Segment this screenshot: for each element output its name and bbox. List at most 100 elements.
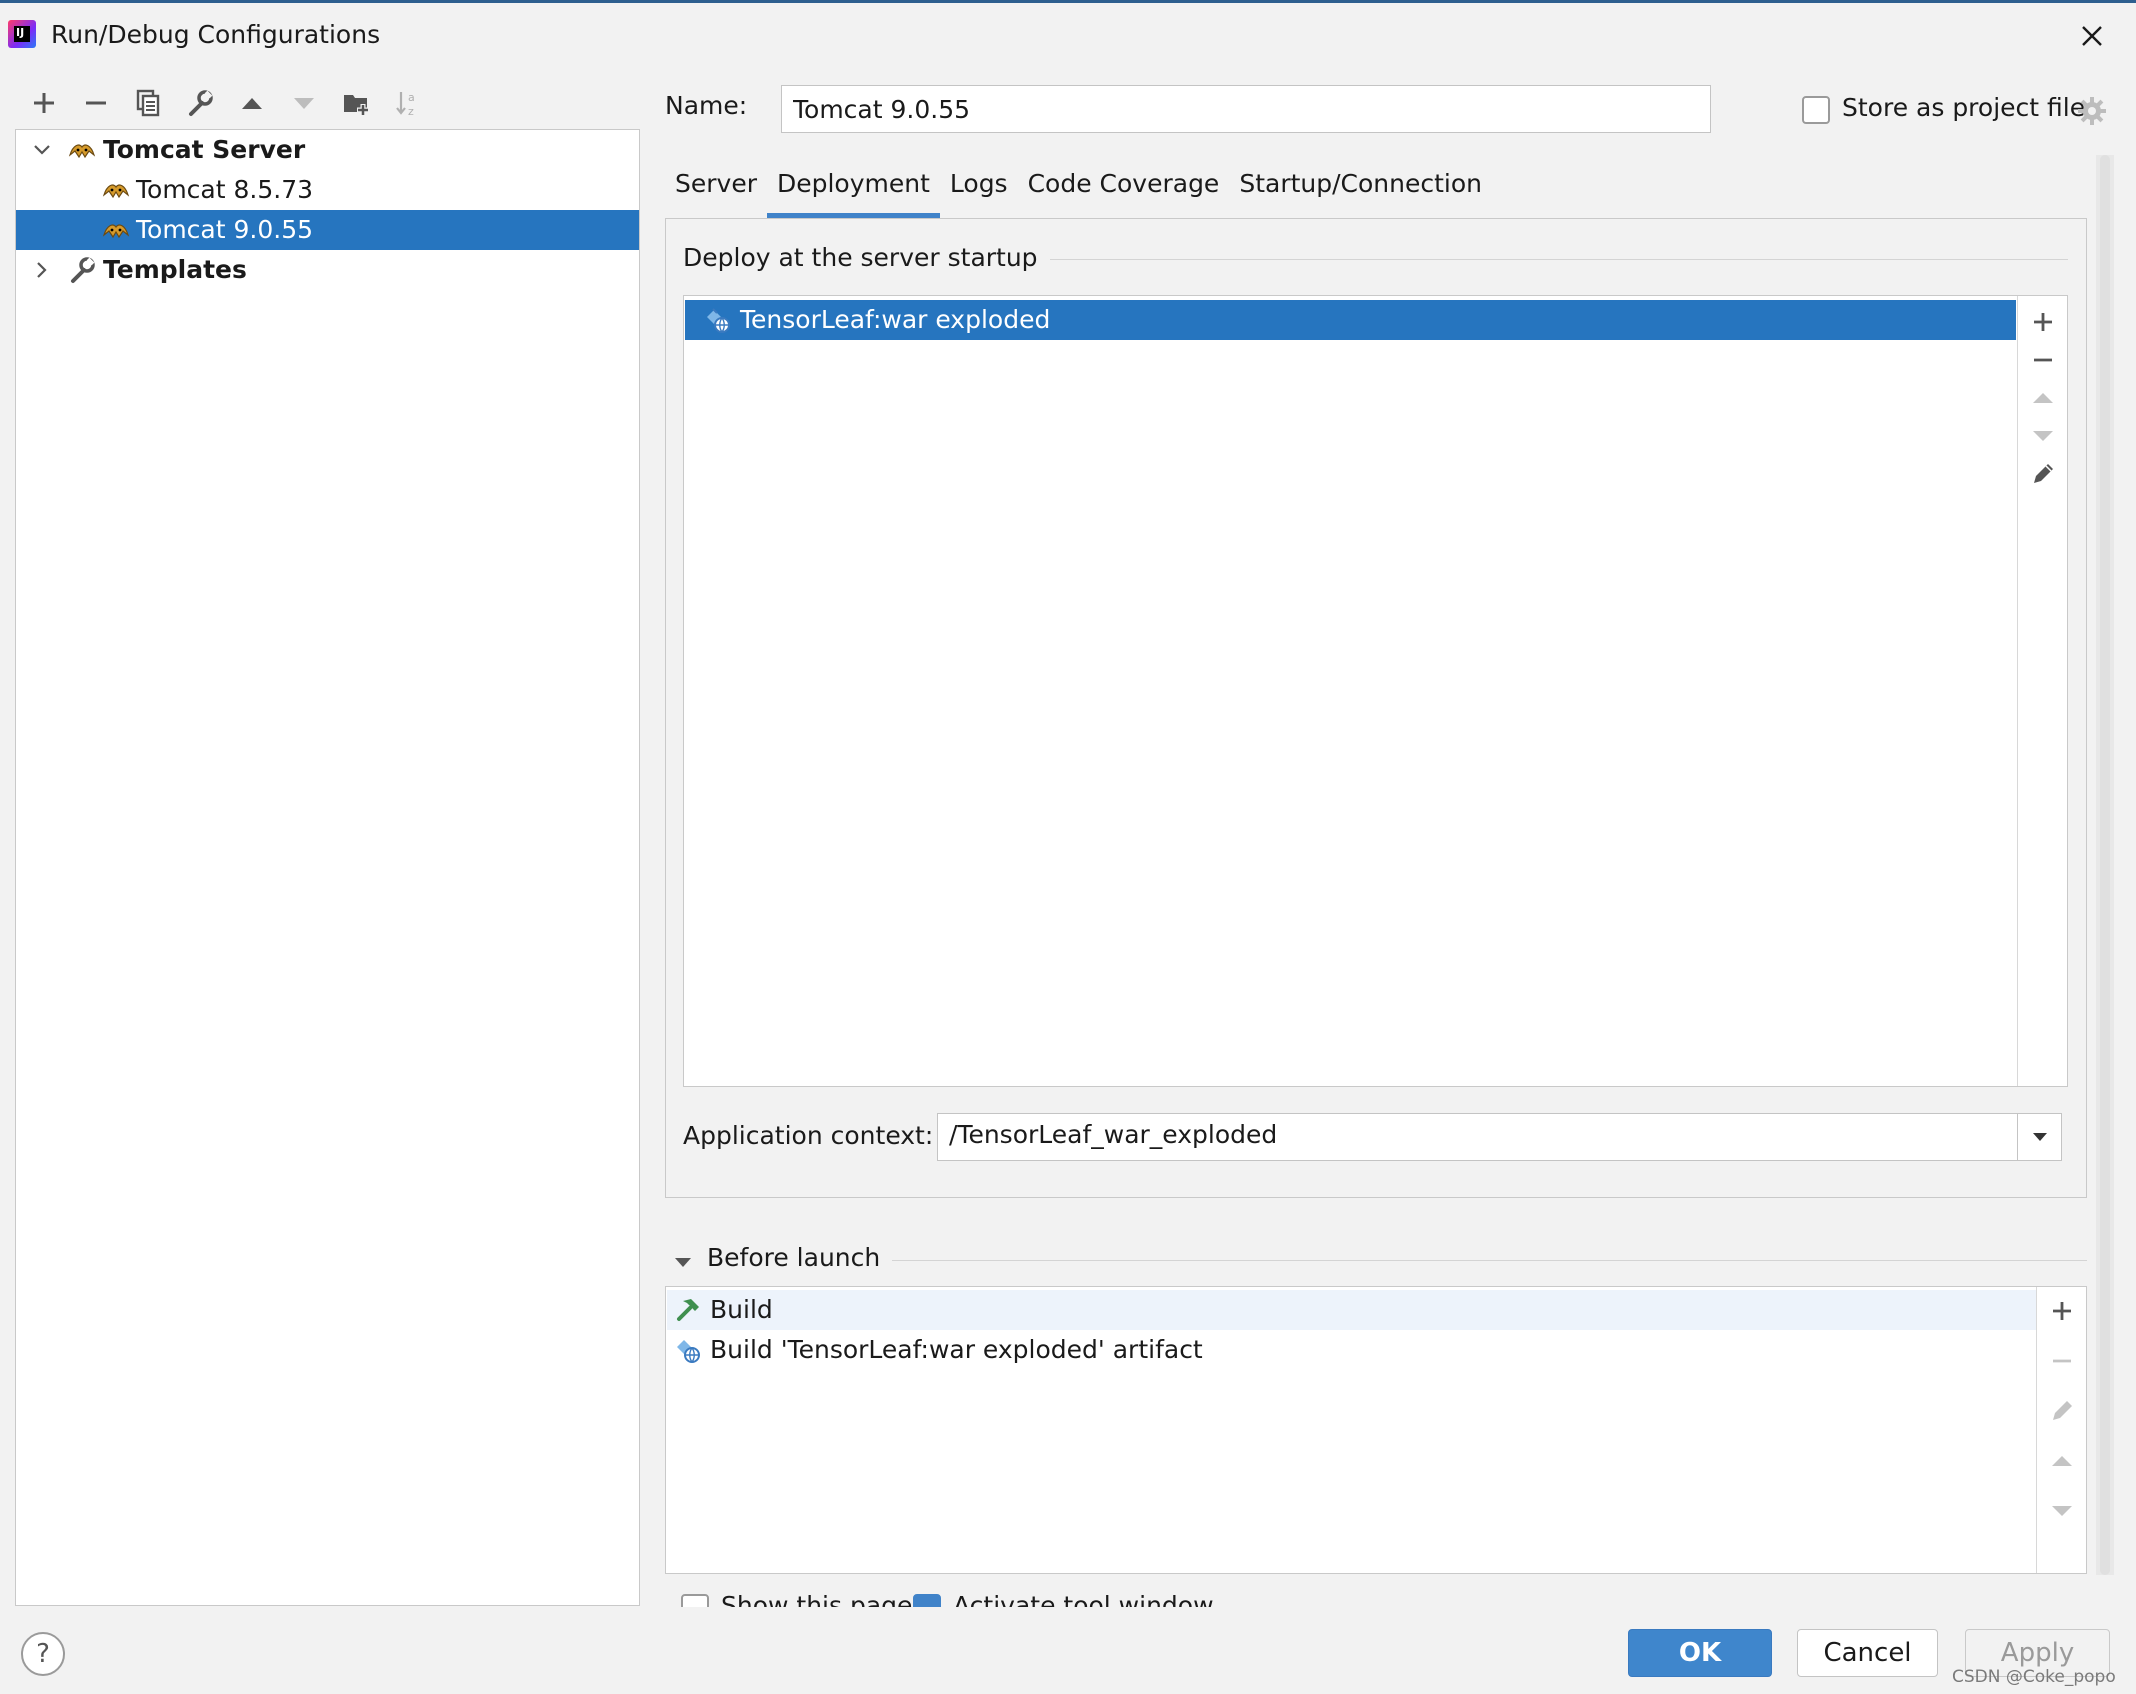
tab-startup-connection[interactable]: Startup/Connection (1229, 163, 1492, 218)
deploy-artifact-list[interactable]: TensorLeaf:war exploded (683, 295, 2068, 1087)
sort-button[interactable]: az (382, 83, 434, 123)
run-debug-dialog: IJ Run/Debug Configurations a z Tomcat S… (0, 0, 2136, 1694)
deploy-section-title: Deploy at the server startup (683, 243, 1050, 272)
edit-templates-button[interactable] (174, 83, 226, 123)
pencil-icon (2034, 464, 2053, 483)
before-launch-options: Show this page Activate tool window (665, 1591, 2095, 1607)
move-up-icon (2033, 393, 2053, 403)
store-as-project-file-checkbox[interactable] (1802, 96, 1830, 124)
dropdown-button[interactable] (2017, 1114, 2061, 1160)
move-up-icon (242, 98, 262, 109)
tree-item[interactable]: Tomcat 8.5.73 (16, 170, 639, 210)
before-launch-list[interactable]: Build Build 'TensorLeaf:war exploded' ar… (665, 1286, 2087, 1574)
watermark: CSDN @Coke_popo (1952, 1667, 2116, 1687)
tab-logs[interactable]: Logs (940, 163, 1018, 218)
section-divider (870, 1260, 2087, 1261)
move-up-button[interactable] (226, 83, 278, 123)
move-up-icon (2052, 1456, 2072, 1466)
artifact-icon (707, 308, 730, 333)
tree-group-templates[interactable]: Templates (16, 250, 639, 290)
title-bar: IJ Run/Debug Configurations (0, 6, 2136, 64)
intellij-logo-icon: IJ (8, 20, 36, 48)
tomcat-icon (68, 144, 96, 159)
add-icon (2034, 313, 2052, 331)
activate-tool-window-checkbox[interactable] (913, 1594, 941, 1607)
remove-artifact-button[interactable] (2027, 344, 2059, 376)
tree-group-label: Tomcat Server (103, 135, 306, 164)
tree-item-label: Tomcat 8.5.73 (136, 175, 314, 204)
collapse-arrow-icon[interactable] (672, 1251, 694, 1273)
window-title: Run/Debug Configurations (51, 20, 381, 49)
add-icon (2053, 1302, 2071, 1320)
config-toolbar: az (18, 83, 434, 123)
tab-code-coverage[interactable]: Code Coverage (1018, 163, 1230, 218)
gear-icon[interactable] (2076, 95, 2108, 127)
templates-label: Templates (103, 255, 247, 284)
chevron-right-icon[interactable] (30, 258, 54, 282)
configuration-tree: Tomcat Server Tomcat 8.5.73 Tomcat 9.0.5… (15, 129, 640, 1606)
add-button[interactable] (18, 83, 70, 123)
move-down-task-button[interactable] (2046, 1495, 2078, 1527)
tab-deployment[interactable]: Deployment (766, 163, 940, 218)
new-folder-button[interactable] (330, 83, 382, 123)
sort-icon: az (396, 91, 415, 118)
artifact-icon (677, 1340, 700, 1363)
move-down-icon (2052, 1506, 2072, 1516)
cancel-button[interactable]: Cancel (1797, 1629, 1938, 1677)
list-item[interactable]: TensorLeaf:war exploded (685, 300, 2016, 340)
move-down-icon (294, 98, 314, 109)
move-down-artifact-button[interactable] (2027, 420, 2059, 452)
copy-icon (136, 89, 160, 117)
scrollbar-thumb[interactable] (2100, 155, 2110, 1575)
remove-icon (86, 101, 106, 105)
remove-button[interactable] (70, 83, 122, 123)
close-button[interactable] (2072, 16, 2112, 56)
before-launch-title[interactable]: Before launch (707, 1243, 893, 1272)
svg-text:z: z (408, 105, 414, 118)
vertical-scrollbar[interactable] (2096, 155, 2114, 1575)
tab-server[interactable]: Server (665, 163, 767, 218)
activate-tool-window-label[interactable]: Activate tool window (953, 1591, 1214, 1607)
show-this-page-checkbox[interactable] (681, 1594, 709, 1607)
ok-button[interactable]: OK (1628, 1629, 1772, 1677)
close-icon (2082, 26, 2102, 46)
before-launch-item-label: Build (710, 1295, 773, 1324)
tomcat-icon (102, 224, 130, 239)
help-button[interactable]: ? (21, 1632, 65, 1676)
wrench-icon (71, 257, 95, 283)
store-as-project-file-label[interactable]: Store as project file (1842, 93, 2085, 122)
tree-item-label: Tomcat 9.0.55 (136, 215, 314, 244)
add-icon (34, 93, 54, 113)
move-up-task-button[interactable] (2046, 1445, 2078, 1477)
svg-text:a: a (408, 91, 415, 104)
pencil-icon (2053, 1401, 2072, 1420)
move-down-button[interactable] (278, 83, 330, 123)
tree-group-tomcat-server[interactable]: Tomcat Server (16, 130, 639, 170)
move-up-artifact-button[interactable] (2027, 382, 2059, 414)
edit-task-button[interactable] (2046, 1395, 2078, 1427)
hammer-icon (677, 1299, 699, 1321)
before-launch-toolbar (2036, 1287, 2086, 1573)
chevron-down-icon (2032, 1133, 2047, 1141)
add-task-button[interactable] (2046, 1295, 2078, 1327)
list-item[interactable]: Build (667, 1290, 2037, 1330)
show-this-page-label[interactable]: Show this page (721, 1591, 912, 1607)
remove-icon (2053, 1359, 2071, 1363)
artifact-label: TensorLeaf:war exploded (740, 305, 1051, 334)
application-context-combo[interactable]: /TensorLeaf_war_exploded (937, 1113, 2062, 1161)
add-artifact-button[interactable] (2027, 306, 2059, 338)
new-folder-icon (344, 95, 369, 116)
name-field[interactable] (781, 85, 1711, 133)
remove-task-button[interactable] (2046, 1345, 2078, 1377)
list-item[interactable]: Build 'TensorLeaf:war exploded' artifact (667, 1330, 2037, 1370)
copy-button[interactable] (122, 83, 174, 123)
application-context-value[interactable]: /TensorLeaf_war_exploded (949, 1120, 1277, 1149)
tomcat-icon (102, 184, 130, 199)
config-tabs: Server Deployment Logs Code Coverage Sta… (665, 163, 1492, 218)
application-context-label: Application context: (683, 1121, 934, 1150)
chevron-down-icon[interactable] (30, 138, 54, 162)
wrench-icon (189, 90, 213, 116)
tree-item-selected[interactable]: Tomcat 9.0.55 (16, 210, 639, 250)
edit-artifact-button[interactable] (2027, 458, 2059, 490)
remove-icon (2034, 358, 2052, 362)
